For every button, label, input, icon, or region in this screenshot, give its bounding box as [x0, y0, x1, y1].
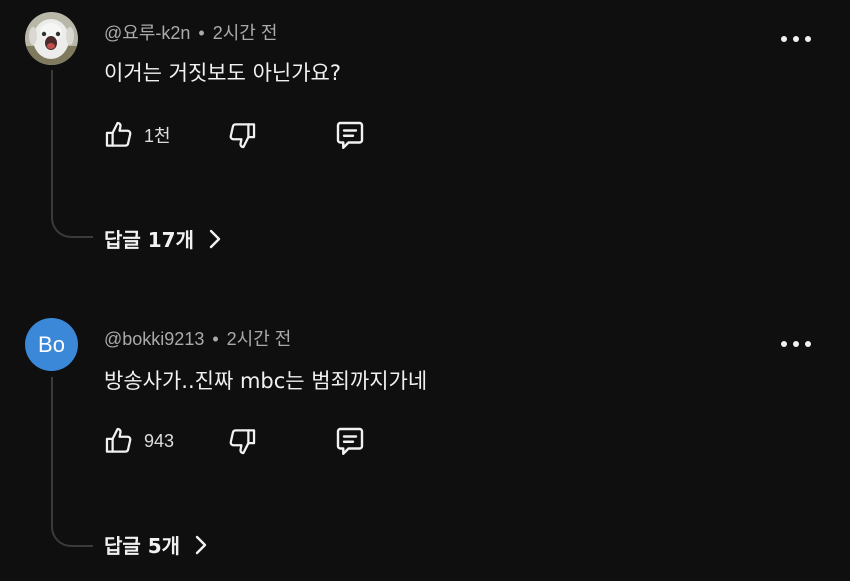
more-icon[interactable]: [781, 32, 811, 46]
comment-text: 방송사가..진짜 mbc는 범죄까지가네: [104, 369, 428, 393]
view-replies-button[interactable]: 답글 17개: [104, 224, 222, 253]
comment-meta: @요루-k2n • 2시간 전: [104, 19, 277, 45]
timestamp: 2시간 전: [226, 329, 292, 349]
separator-dot: •: [198, 23, 205, 43]
avatar[interactable]: [25, 12, 78, 65]
comment-actions: 1천: [102, 115, 402, 155]
view-replies-button[interactable]: 답글 5개: [104, 530, 208, 559]
thumbs-down-icon: [229, 429, 256, 455]
reply-button[interactable]: [332, 115, 368, 155]
like-button[interactable]: 943: [102, 421, 174, 461]
dislike-button[interactable]: [225, 115, 259, 155]
comment: @요루-k2n • 2시간 전 이거는 거짓보도 아닌가요? 1천 답글 17개: [0, 0, 850, 290]
chevron-right-icon: [194, 535, 208, 555]
replies-label: 답글 5개: [104, 534, 181, 558]
dislike-button[interactable]: [225, 421, 259, 461]
replies-label: 답글 17개: [104, 228, 194, 252]
like-count: 1천: [144, 126, 171, 146]
thumbs-down-icon: [229, 123, 256, 149]
thumbs-up-icon: [105, 427, 132, 453]
timestamp: 2시간 전: [212, 23, 278, 43]
thumbs-up-icon: [105, 121, 132, 147]
author-name[interactable]: @요루-k2n: [104, 23, 190, 43]
thread-line: [51, 377, 93, 547]
like-count: 943: [144, 430, 175, 451]
comment: Bo @bokki9213 • 2시간 전 방송사가..진짜 mbc는 범죄까지가네…: [0, 305, 850, 581]
separator-dot: •: [212, 329, 219, 349]
reply-button[interactable]: [332, 421, 368, 461]
avatar[interactable]: Bo: [25, 318, 78, 371]
chevron-right-icon: [208, 229, 222, 249]
comment-icon: [336, 427, 364, 455]
comment-icon: [336, 121, 364, 149]
comment-meta: @bokki9213 • 2시간 전: [104, 325, 291, 351]
more-icon[interactable]: [781, 337, 811, 351]
avatar-initials: Bo: [38, 331, 65, 357]
thread-line: [51, 70, 93, 238]
like-button[interactable]: 1천: [102, 115, 171, 155]
comment-text: 이거는 거짓보도 아닌가요?: [104, 61, 342, 85]
author-name[interactable]: @bokki9213: [104, 329, 204, 349]
comment-actions: 943: [102, 421, 402, 461]
